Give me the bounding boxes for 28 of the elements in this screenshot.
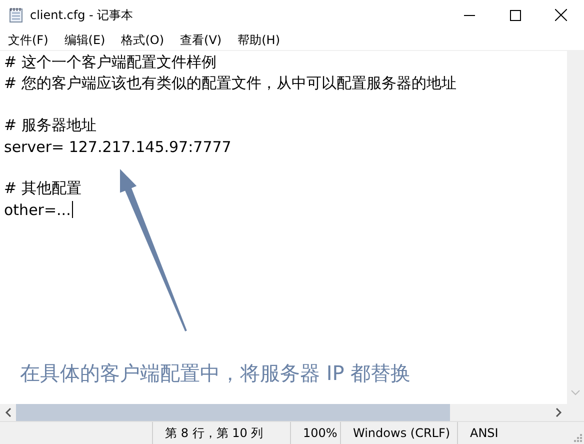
menu-item[interactable]: 格式(O) bbox=[115, 32, 170, 48]
vertical-scrollbar[interactable] bbox=[567, 51, 584, 404]
scrollbar-thumb[interactable] bbox=[16, 404, 450, 421]
menu-item[interactable]: 编辑(E) bbox=[58, 32, 112, 48]
menu-item[interactable]: 查看(V) bbox=[174, 32, 228, 48]
horizontal-scrollbar[interactable] bbox=[0, 404, 567, 421]
text-editor[interactable]: # 这个一个客户端配置文件样例 # 您的客户端应该也有类似的配置文件，从中可以配置服务器的地址 # 服务器地址 server= 127.217.145.97:7777 # 其他配置 other=... 在具体的客户端配置中，将服务器 IP 都替换 bbox=[0, 51, 567, 404]
window-title: client.cfg - 记事本 bbox=[30, 6, 134, 24]
text-line: server= 127.217.145.97:7777 bbox=[4, 138, 232, 156]
scroll-left-icon[interactable] bbox=[5, 408, 11, 417]
text-line: # 您的客户端应该也有类似的配置文件，从中可以配置服务器的地址 bbox=[4, 74, 456, 93]
text-line: # 这个一个客户端配置文件样例 bbox=[4, 53, 216, 72]
scroll-down-icon[interactable] bbox=[571, 390, 580, 396]
status-text: Windows (CRLF) bbox=[340, 422, 457, 444]
close-icon bbox=[555, 9, 567, 21]
notepad-icon bbox=[9, 7, 23, 23]
maximize-icon bbox=[510, 10, 520, 20]
menu-item[interactable]: 文件(F) bbox=[2, 32, 54, 48]
text-line: # 其他配置 bbox=[4, 179, 82, 198]
scroll-right-icon[interactable] bbox=[556, 408, 562, 417]
status-text: ANSI bbox=[457, 422, 567, 444]
status-text: 第 8 行，第 10 列 bbox=[152, 422, 290, 444]
menu-item[interactable]: 帮助(H) bbox=[232, 32, 286, 48]
annotation-text: 在具体的客户端配置中，将服务器 IP 都替换 bbox=[20, 360, 411, 387]
text-line: # 服务器地址 bbox=[4, 116, 96, 135]
resize-grip-icon[interactable] bbox=[572, 432, 582, 442]
status-text: 100% bbox=[290, 422, 340, 444]
text-line: other=... bbox=[4, 200, 71, 218]
